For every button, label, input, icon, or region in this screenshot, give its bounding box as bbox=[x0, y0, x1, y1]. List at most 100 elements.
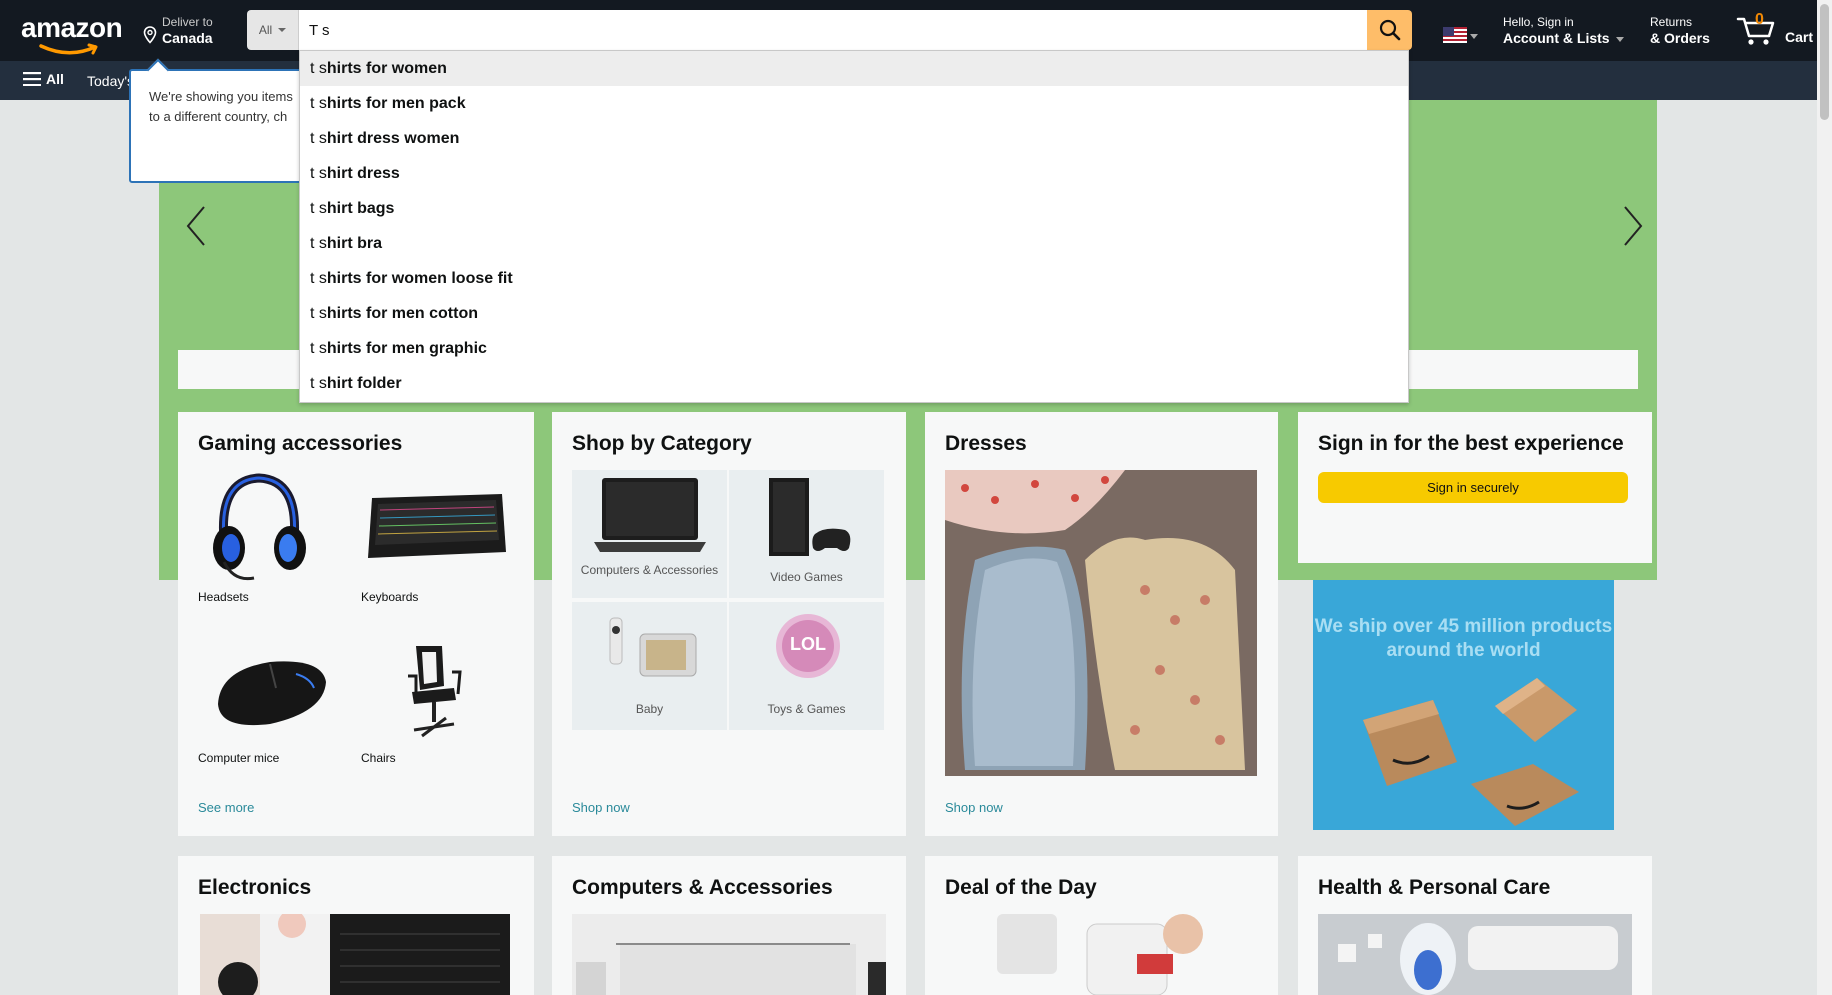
suggestion-completion: hirts for men graphic bbox=[326, 339, 487, 357]
computer-mouse-icon[interactable] bbox=[210, 652, 330, 732]
sign-in-card: Sign in for the best experience Sign in … bbox=[1298, 412, 1652, 563]
baby-monitor-icon bbox=[609, 617, 697, 677]
computer-mice-caption[interactable]: Computer mice bbox=[198, 751, 279, 765]
search-suggestion-item[interactable]: t s hirts for men graphic bbox=[300, 331, 1408, 366]
search-suggestion-item[interactable]: t s hirt folder bbox=[300, 366, 1408, 401]
search-suggestion-item[interactable]: t s hirts for women bbox=[300, 51, 1408, 86]
search-category-dropdown[interactable]: All bbox=[247, 10, 299, 50]
logo-smile-icon bbox=[39, 43, 98, 55]
suggestion-prefix: t s bbox=[310, 339, 327, 357]
search-suggestion-item[interactable]: t s hirt dress bbox=[300, 156, 1408, 191]
health-product-image[interactable] bbox=[1318, 914, 1632, 995]
headset-icon[interactable] bbox=[204, 470, 314, 588]
keyboards-caption[interactable]: Keyboards bbox=[361, 590, 418, 604]
search-suggestion-item[interactable]: t s hirt dress women bbox=[300, 121, 1408, 156]
signin-card-title: Sign in for the best experience bbox=[1318, 432, 1624, 455]
search-suggestion-item[interactable]: t s hirt bags bbox=[300, 191, 1408, 226]
health-card-title: Health & Personal Care bbox=[1318, 876, 1551, 899]
search-category-label: All bbox=[258, 23, 273, 37]
carousel-next-icon[interactable] bbox=[1622, 205, 1644, 247]
electronics-image[interactable] bbox=[200, 914, 510, 995]
returns-orders-link[interactable]: Returns & Orders bbox=[1650, 15, 1730, 46]
deliver-to-country: Canada bbox=[162, 30, 213, 46]
suggestion-completion: hirts for women bbox=[326, 59, 447, 77]
box-icon bbox=[1495, 678, 1577, 742]
search-input[interactable] bbox=[299, 10, 1367, 50]
search-bar: All bbox=[247, 10, 1412, 50]
location-pin-icon bbox=[143, 26, 157, 44]
language-selector[interactable] bbox=[1443, 27, 1479, 43]
category-tile-toys[interactable]: LOL Toys & Games bbox=[729, 602, 884, 730]
baby-caption: Baby bbox=[635, 702, 664, 716]
amazon-logo[interactable]: amazon bbox=[21, 12, 126, 55]
search-icon bbox=[1379, 19, 1400, 41]
todays-deals-link[interactable]: Today's bbox=[87, 73, 134, 89]
shop-by-category-card: Shop by Category Computers & Accessories… bbox=[552, 412, 906, 836]
gaming-chair-icon[interactable] bbox=[402, 642, 466, 742]
category-shop-now-link[interactable]: Shop now bbox=[572, 800, 630, 815]
suggestion-prefix: t s bbox=[310, 374, 327, 392]
chevron-down-icon bbox=[1616, 36, 1625, 42]
cart-count: 0 bbox=[1755, 11, 1764, 28]
headsets-caption[interactable]: Headsets bbox=[198, 590, 249, 604]
category-tile-video-games[interactable]: Video Games bbox=[729, 470, 884, 598]
returns-label: Returns bbox=[1650, 15, 1693, 29]
box-icon bbox=[1363, 700, 1457, 786]
search-suggestion-item[interactable]: t s hirt bra bbox=[300, 226, 1408, 261]
computers-caption: Computers & Accessories bbox=[580, 563, 719, 577]
health-personal-care-card: Health & Personal Care bbox=[1298, 856, 1652, 995]
page-scrollbar[interactable] bbox=[1817, 0, 1832, 995]
shipping-banner[interactable]: We ship over 45 million products around … bbox=[1313, 580, 1614, 830]
cart-label: Cart bbox=[1785, 29, 1814, 45]
suggestion-prefix: t s bbox=[310, 94, 327, 112]
category-card-title: Shop by Category bbox=[572, 432, 752, 455]
category-tile-computers[interactable]: Computers & Accessories bbox=[572, 470, 727, 598]
search-suggestion-item[interactable]: t s hirts for men pack bbox=[300, 86, 1408, 121]
suggestion-completion: hirt bags bbox=[326, 199, 395, 217]
laptop-icon bbox=[594, 478, 706, 552]
suggestion-prefix: t s bbox=[310, 199, 327, 217]
account-lists-menu[interactable]: Hello, Sign in Account & Lists bbox=[1503, 15, 1628, 46]
computers-accessories-card: Computers & Accessories bbox=[552, 856, 906, 995]
sign-in-securely-button[interactable]: Sign in securely bbox=[1318, 472, 1628, 503]
dresses-shop-now-link[interactable]: Shop now bbox=[945, 800, 1003, 815]
search-suggestion-item[interactable]: t s hirts for women loose fit bbox=[300, 261, 1408, 296]
scrollbar-thumb[interactable] bbox=[1820, 4, 1829, 120]
see-more-link[interactable]: See more bbox=[198, 800, 254, 815]
suggestion-prefix: t s bbox=[310, 164, 327, 182]
toy-ball-icon: LOL bbox=[776, 614, 840, 678]
svg-text:LOL: LOL bbox=[790, 634, 826, 654]
electronics-card-title: Electronics bbox=[198, 876, 312, 899]
carousel-prev-icon[interactable] bbox=[185, 205, 207, 247]
search-suggestion-item[interactable]: t s hirts for men cotton bbox=[300, 296, 1408, 331]
popover-message: We're showing you items to a different c… bbox=[149, 89, 293, 124]
suggestion-prefix: t s bbox=[310, 234, 327, 252]
all-menu-button[interactable]: All bbox=[23, 71, 64, 87]
suggestion-prefix: t s bbox=[310, 129, 327, 147]
suggestion-completion: hirt bra bbox=[326, 234, 383, 252]
search-suggestions-dropdown: t s hirts for women t s hirts for men pack t… bbox=[299, 50, 1409, 403]
suggestion-completion: hirt dress bbox=[326, 164, 400, 182]
keyboard-icon[interactable] bbox=[366, 488, 508, 566]
suggestion-completion: hirt folder bbox=[326, 374, 402, 392]
computers-image[interactable] bbox=[572, 914, 886, 995]
category-tile-baby[interactable]: Baby bbox=[572, 602, 727, 730]
suggestion-prefix: t s bbox=[310, 59, 327, 77]
shipping-banner-text: We ship over 45 million products around … bbox=[1314, 616, 1613, 661]
search-button[interactable] bbox=[1367, 10, 1412, 50]
suggestion-completion: hirts for men cotton bbox=[326, 304, 478, 322]
cart-button[interactable]: 0 Cart bbox=[1736, 11, 1816, 48]
deal-product-image[interactable] bbox=[967, 914, 1237, 995]
video-games-caption: Video Games bbox=[770, 570, 843, 584]
logo-text: amazon bbox=[21, 12, 123, 43]
deal-of-the-day-card: Deal of the Day bbox=[925, 856, 1278, 995]
all-menu-label: All bbox=[46, 71, 64, 87]
dresses-image[interactable] bbox=[945, 470, 1257, 776]
dresses-card-title: Dresses bbox=[945, 432, 1027, 455]
account-lists-label: Account & Lists bbox=[1503, 30, 1628, 46]
hamburger-menu-icon bbox=[23, 72, 41, 86]
game-console-icon bbox=[769, 478, 851, 556]
gaming-card-title: Gaming accessories bbox=[198, 432, 403, 455]
deliver-to-location[interactable]: Deliver to Canada bbox=[143, 14, 238, 50]
chairs-caption[interactable]: Chairs bbox=[361, 751, 396, 765]
